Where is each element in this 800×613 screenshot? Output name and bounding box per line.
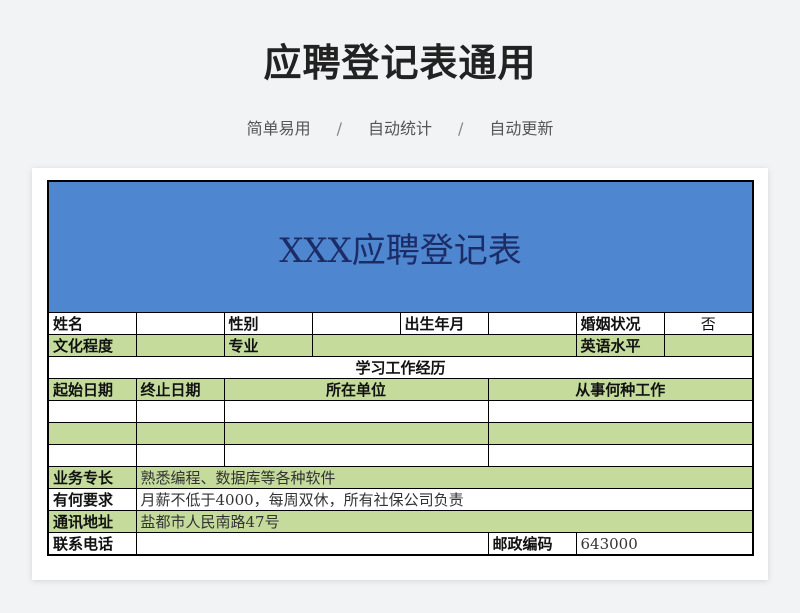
skills-field[interactable]: 熟悉编程、数据库等各种软件 bbox=[135, 466, 754, 489]
history-job-cell[interactable] bbox=[487, 400, 754, 423]
major-label: 专业 bbox=[223, 334, 313, 357]
name-label: 姓名 bbox=[47, 312, 137, 335]
history-header-row: 起始日期 终止日期 所在单位 从事何种工作 bbox=[47, 378, 754, 401]
history-job-cell[interactable] bbox=[487, 444, 754, 467]
history-row bbox=[47, 422, 754, 445]
history-end-cell[interactable] bbox=[135, 444, 225, 467]
history-header-start: 起始日期 bbox=[47, 378, 137, 401]
postcode-label: 邮政编码 bbox=[487, 532, 577, 556]
history-header-end: 终止日期 bbox=[135, 378, 225, 401]
requirements-field[interactable]: 月薪不低于4000，每周双休，所有社保公司负责 bbox=[135, 488, 754, 511]
history-start-cell[interactable] bbox=[47, 422, 137, 445]
history-row bbox=[47, 400, 754, 423]
gender-field[interactable] bbox=[311, 312, 401, 335]
history-employer-cell[interactable] bbox=[223, 444, 489, 467]
skills-label: 业务专长 bbox=[47, 466, 137, 489]
form-banner-title: XXX应聘登记表 bbox=[47, 180, 754, 313]
phone-label: 联系电话 bbox=[47, 532, 137, 556]
history-start-cell[interactable] bbox=[47, 400, 137, 423]
history-section-title: 学习工作经历 bbox=[47, 356, 754, 379]
major-field[interactable] bbox=[311, 334, 577, 357]
history-employer-cell[interactable] bbox=[223, 422, 489, 445]
birth-label: 出生年月 bbox=[399, 312, 489, 335]
tag-auto-stats: 自动统计 bbox=[367, 119, 432, 138]
contact-row: 联系电话 邮政编码 643000 bbox=[47, 532, 754, 556]
history-employer-cell[interactable] bbox=[223, 400, 489, 423]
education-row: 文化程度 专业 英语水平 bbox=[47, 334, 754, 357]
history-header-employer: 所在单位 bbox=[223, 378, 489, 401]
history-row bbox=[47, 444, 754, 467]
tag-auto-update: 自动更新 bbox=[489, 119, 554, 138]
history-start-cell[interactable] bbox=[47, 444, 137, 467]
address-row: 通讯地址 盐都市人民南路47号 bbox=[47, 510, 754, 533]
phone-field[interactable] bbox=[135, 532, 489, 556]
english-label: 英语水平 bbox=[575, 334, 665, 357]
birth-field[interactable] bbox=[487, 312, 577, 335]
requirements-row: 有何要求 月薪不低于4000，每周双休，所有社保公司负责 bbox=[47, 488, 754, 511]
tag-separator: / bbox=[336, 119, 342, 138]
registration-form-table: XXX应聘登记表 姓名 性别 出生年月 婚姻状况 否 文化程度 专业 英语水平 … bbox=[47, 180, 754, 556]
gender-label: 性别 bbox=[223, 312, 313, 335]
postcode-field[interactable]: 643000 bbox=[575, 532, 754, 556]
feature-tags: 简单易用 / 自动统计 / 自动更新 bbox=[0, 115, 800, 139]
page-title: 应聘登记表通用 bbox=[263, 41, 537, 85]
history-end-cell[interactable] bbox=[135, 422, 225, 445]
marital-label: 婚姻状况 bbox=[575, 312, 665, 335]
form-card: XXX应聘登记表 姓名 性别 出生年月 婚姻状况 否 文化程度 专业 英语水平 … bbox=[32, 168, 768, 580]
history-header-job: 从事何种工作 bbox=[487, 378, 754, 401]
history-job-cell[interactable] bbox=[487, 422, 754, 445]
history-end-cell[interactable] bbox=[135, 400, 225, 423]
requirements-label: 有何要求 bbox=[47, 488, 137, 511]
address-label: 通讯地址 bbox=[47, 510, 137, 533]
tag-easy: 简单易用 bbox=[246, 119, 311, 138]
name-field[interactable] bbox=[135, 312, 225, 335]
education-field[interactable] bbox=[135, 334, 225, 357]
marital-field[interactable]: 否 bbox=[663, 312, 754, 335]
education-label: 文化程度 bbox=[47, 334, 137, 357]
tag-separator: / bbox=[458, 119, 464, 138]
address-field[interactable]: 盐都市人民南路47号 bbox=[135, 510, 754, 533]
skills-row: 业务专长 熟悉编程、数据库等各种软件 bbox=[47, 466, 754, 489]
english-field[interactable] bbox=[663, 334, 754, 357]
basic-info-row: 姓名 性别 出生年月 婚姻状况 否 bbox=[47, 312, 754, 335]
